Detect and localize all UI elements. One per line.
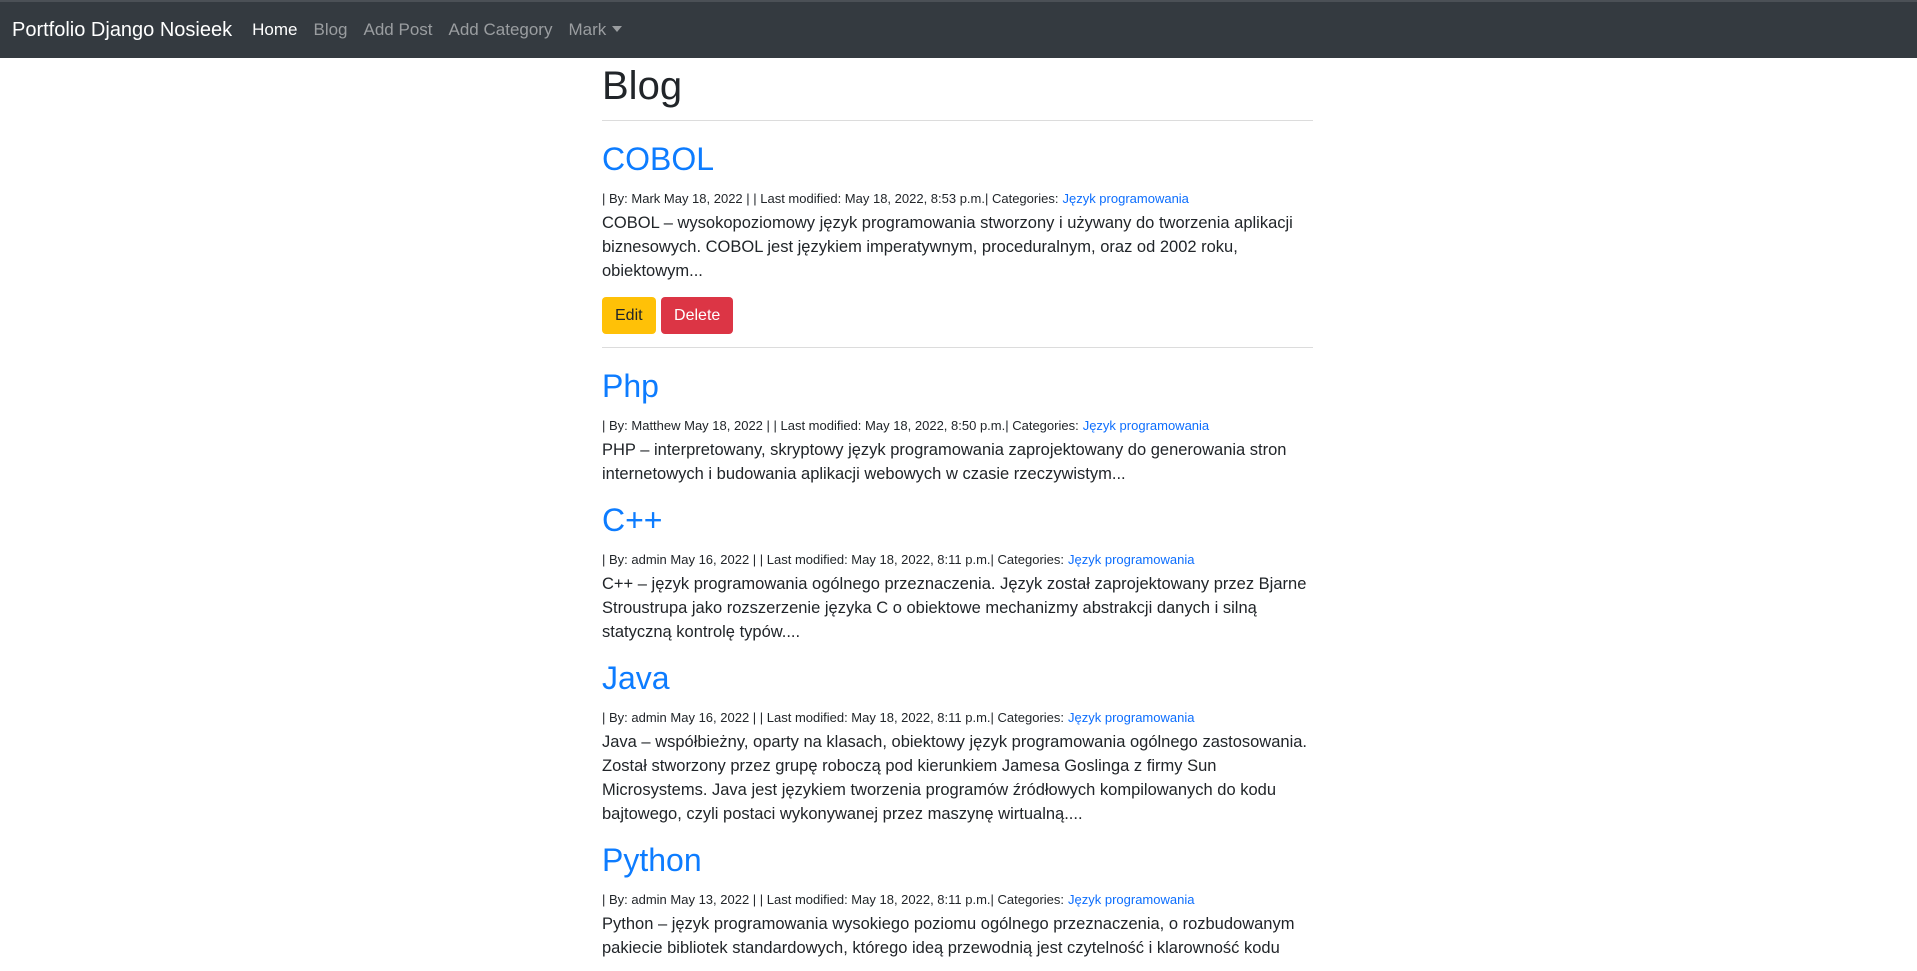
nav-add-post-link[interactable]: Add Post	[364, 20, 433, 40]
post-title-link[interactable]: Python	[602, 840, 1313, 880]
brand-link[interactable]: Portfolio Django Nosieek	[12, 19, 232, 42]
post-title-link[interactable]: COBOL	[602, 139, 1313, 179]
post-meta-text: | By: admin May 13, 2022 | | Last modifi…	[602, 892, 1065, 907]
post-meta-text: | By: Matthew May 18, 2022 | | Last modi…	[602, 418, 1079, 433]
post-meta-text: | By: Mark May 18, 2022 | | Last modifie…	[602, 191, 1059, 206]
post-meta: | By: admin May 13, 2022 | | Last modifi…	[602, 891, 1313, 909]
post-meta: | By: Matthew May 18, 2022 | | Last modi…	[602, 417, 1313, 435]
post-meta: | By: admin May 16, 2022 | | Last modifi…	[602, 709, 1313, 727]
post-category-link[interactable]: Język programowania	[1062, 191, 1188, 206]
post-title-link[interactable]: C++	[602, 500, 1313, 540]
main-content: Blog COBOL | By: Mark May 18, 2022 | | L…	[602, 58, 1313, 960]
post-snippet: Python – język programowania wysokiego p…	[602, 915, 1295, 957]
post-meta: | By: admin May 16, 2022 | | Last modifi…	[602, 551, 1313, 569]
post-meta-text: | By: admin May 16, 2022 | | Last modifi…	[602, 710, 1065, 725]
post-title-link[interactable]: Java	[602, 658, 1313, 698]
post-actions: Edit Delete	[602, 297, 1313, 334]
edit-button[interactable]: Edit	[602, 297, 656, 334]
post-meta: | By: Mark May 18, 2022 | | Last modifie…	[602, 190, 1313, 208]
nav-links: Home Blog Add Post Add Category Mark	[244, 20, 630, 40]
post-item: Python | By: admin May 13, 2022 | | Last…	[602, 840, 1313, 960]
post-category-link[interactable]: Język programowania	[1083, 418, 1209, 433]
post-snippet: C++ – język programowania ogólnego przez…	[602, 575, 1307, 641]
nav-add-category-link[interactable]: Add Category	[449, 20, 553, 40]
top-navbar: Portfolio Django Nosieek Home Blog Add P…	[0, 0, 1917, 58]
post-snippet: PHP – interpretowany, skryptowy język pr…	[602, 441, 1287, 483]
user-menu-label: Mark	[568, 20, 607, 39]
post-snippet: COBOL – wysokopoziomowy język programowa…	[602, 214, 1293, 280]
post-item: Java | By: admin May 16, 2022 | | Last m…	[602, 658, 1313, 826]
post-snippet: Java – współbieżny, oparty na klasach, o…	[602, 733, 1308, 823]
post-meta-text: | By: admin May 16, 2022 | | Last modifi…	[602, 552, 1065, 567]
title-divider	[602, 120, 1313, 121]
delete-button[interactable]: Delete	[661, 297, 734, 334]
post-item: Php | By: Matthew May 18, 2022 | | Last …	[602, 366, 1313, 486]
post-item: C++ | By: admin May 16, 2022 | | Last mo…	[602, 500, 1313, 644]
post-divider	[602, 347, 1313, 348]
post-item: COBOL | By: Mark May 18, 2022 | | Last m…	[602, 139, 1313, 348]
chevron-down-icon	[612, 26, 623, 32]
nav-blog-link[interactable]: Blog	[313, 20, 347, 40]
page-title: Blog	[602, 64, 683, 108]
nav-home-link[interactable]: Home	[252, 20, 297, 40]
post-title-link[interactable]: Php	[602, 366, 1313, 406]
user-menu-dropdown[interactable]: Mark	[568, 20, 623, 40]
post-category-link[interactable]: Język programowania	[1068, 892, 1194, 907]
post-category-link[interactable]: Język programowania	[1068, 710, 1194, 725]
post-category-link[interactable]: Język programowania	[1068, 552, 1194, 567]
